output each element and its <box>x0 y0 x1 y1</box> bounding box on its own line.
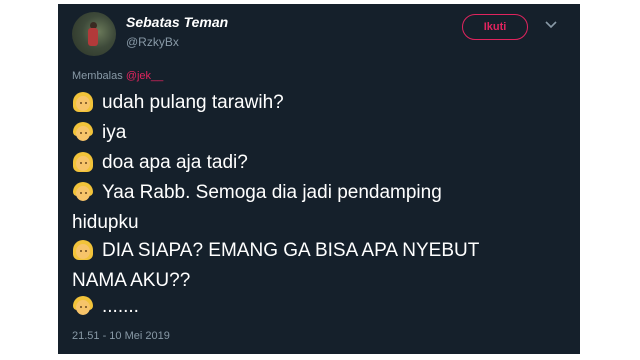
tweet-line-text: ....... <box>102 296 139 317</box>
tweet-card: Sebatas Teman @RzkyBx Ikuti Membalas @je… <box>58 4 580 354</box>
reply-mention-link[interactable]: @jek__ <box>126 70 163 82</box>
tweet-timestamp[interactable]: 21.51 - 10 Mei 2019 <box>72 330 170 342</box>
girl-emoji-icon <box>72 92 94 114</box>
avatar[interactable] <box>72 12 116 56</box>
reply-context: Membalas @jek__ <box>72 70 163 82</box>
tweet-line: ....... <box>72 296 139 318</box>
tweet-line: DIA SIAPA? EMANG GA BISA APA NYEBUT <box>72 240 479 262</box>
display-name[interactable]: Sebatas Teman <box>126 14 228 30</box>
girl-emoji-icon <box>72 152 94 174</box>
tweet-line: Yaa Rabb. Semoga dia jadi pendamping <box>72 182 442 204</box>
tweet-line: udah pulang tarawih? <box>72 92 284 114</box>
boy-emoji-icon <box>72 122 94 144</box>
tweet-line-text: iya <box>102 122 127 143</box>
chevron-down-icon[interactable] <box>544 18 558 32</box>
tweet-line: doa apa aja tadi? <box>72 152 248 174</box>
reply-prefix: Membalas <box>72 70 123 82</box>
follow-button[interactable]: Ikuti <box>462 14 528 40</box>
girl-emoji-icon <box>72 240 94 262</box>
tweet-line-text: udah pulang tarawih? <box>102 92 284 113</box>
avatar-person-body <box>88 28 98 46</box>
tweet-line-continuation: hidupku <box>72 212 139 233</box>
boy-emoji-icon <box>72 296 94 318</box>
tweet-line-text: Yaa Rabb. Semoga dia jadi pendamping <box>102 182 442 203</box>
user-handle[interactable]: @RzkyBx <box>126 35 179 49</box>
boy-emoji-icon <box>72 182 94 204</box>
tweet-line-text: doa apa aja tadi? <box>102 152 248 173</box>
tweet-line-text: DIA SIAPA? EMANG GA BISA APA NYEBUT <box>102 240 480 261</box>
tweet-line: iya <box>72 122 126 144</box>
tweet-line-continuation: NAMA AKU?? <box>72 270 191 291</box>
